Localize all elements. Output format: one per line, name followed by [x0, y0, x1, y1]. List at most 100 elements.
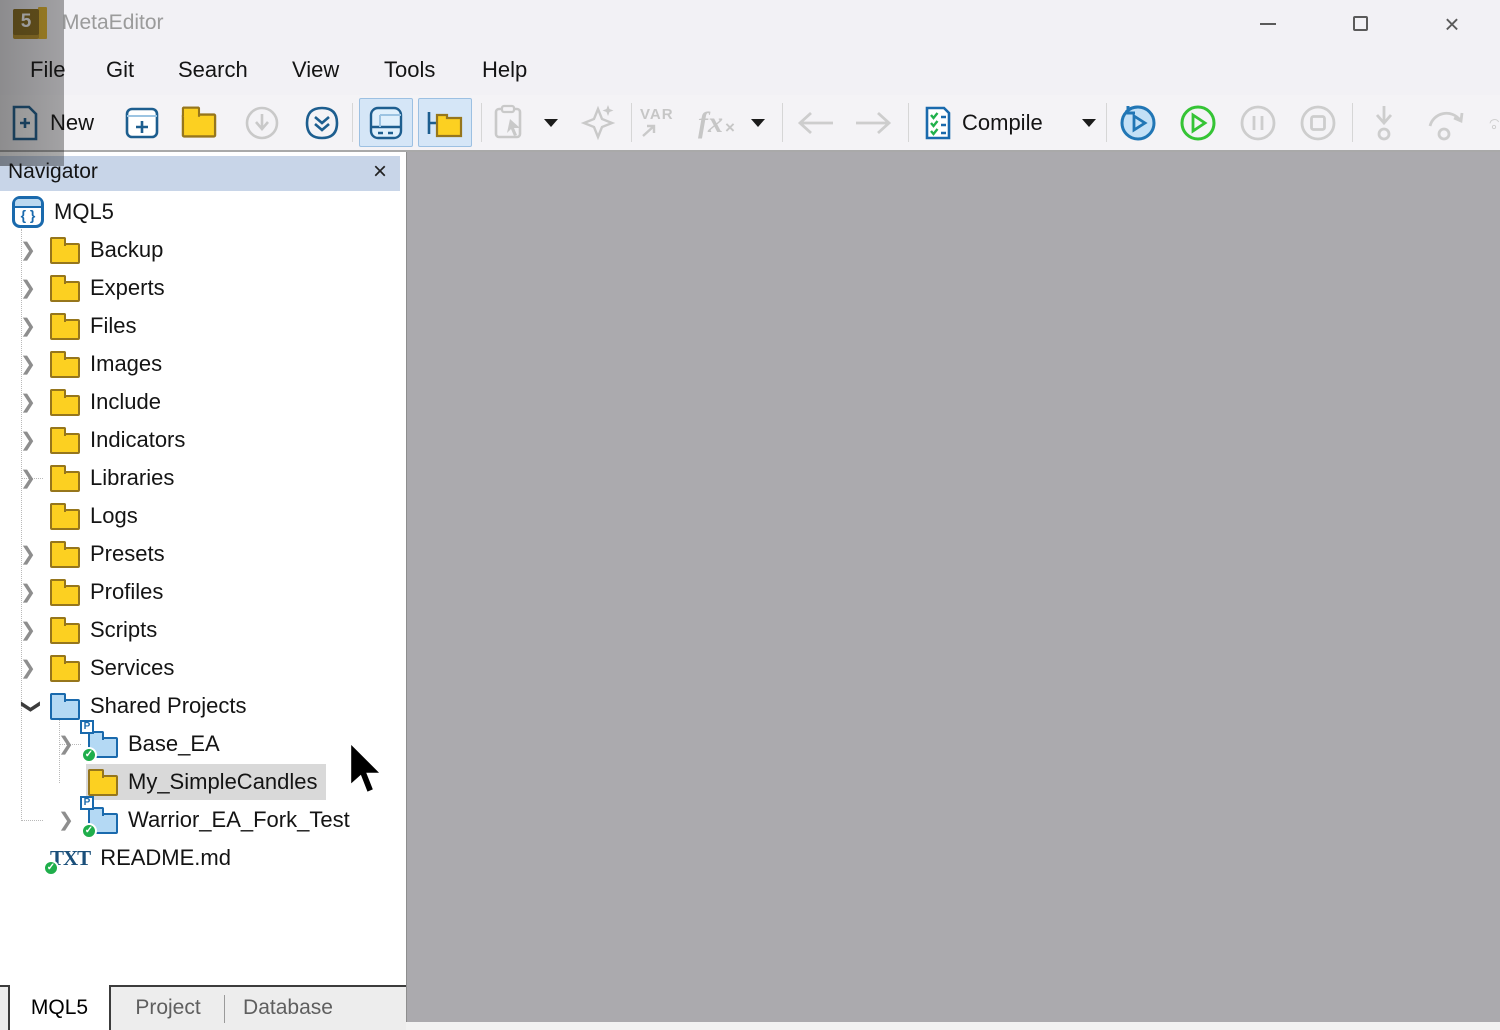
editor-area[interactable] [406, 152, 1500, 1022]
tab-mql5[interactable]: MQL5 [8, 985, 111, 1030]
var-arrow-icon [640, 123, 660, 139]
fx-label: fx [698, 106, 723, 140]
navigator-toggle-button[interactable] [418, 98, 472, 147]
project-folder-icon: P✓ [88, 807, 118, 834]
compile-button-label: Compile [962, 110, 1043, 136]
expander-icon[interactable]: ❯ [14, 581, 48, 604]
menu-help[interactable]: Help [472, 48, 537, 95]
toolbar-separator [1352, 103, 1353, 142]
menu-file[interactable]: File [20, 48, 75, 95]
close-button[interactable]: × [1422, 0, 1482, 48]
ai-sparkle-icon [576, 101, 620, 145]
tab-separator [224, 995, 225, 1023]
new-window-button[interactable] [125, 95, 159, 150]
download-all-button[interactable] [304, 95, 340, 150]
maximize-button[interactable] [1330, 0, 1390, 48]
tree-item-base-ea[interactable]: ❯ P✓ Base_EA [0, 725, 400, 763]
tab-project[interactable]: Project [118, 987, 218, 1030]
compile-dropdown-button[interactable] [1072, 95, 1106, 150]
open-folder-button[interactable] [184, 95, 214, 150]
menu-search[interactable]: Search [168, 48, 258, 95]
ai-assistant-button[interactable] [576, 95, 620, 150]
tab-database[interactable]: Database [232, 987, 344, 1030]
tree-item-shared-projects[interactable]: ❯ Shared Projects [0, 687, 400, 725]
tree-item-libraries[interactable]: ❯ Libraries [0, 459, 400, 497]
menu-git[interactable]: Git [96, 48, 144, 95]
tree-item-readme-md[interactable]: TXT✓ README.md [0, 839, 400, 877]
tree-item-experts[interactable]: ❯ Experts [0, 269, 400, 307]
compile-icon [924, 105, 952, 141]
expander-icon[interactable]: ❯ [14, 315, 48, 338]
tree-item-indicators[interactable]: ❯ Indicators [0, 421, 400, 459]
project-folder-icon: P✓ [88, 731, 118, 758]
metaeditor-logo-icon [13, 7, 47, 41]
download-button[interactable] [244, 95, 280, 150]
stop-icon [1298, 103, 1338, 143]
maximize-icon [1353, 16, 1368, 31]
expander-icon[interactable]: ❯ [14, 543, 48, 566]
expander-icon[interactable]: ❯ [14, 657, 48, 680]
pause-button[interactable] [1238, 95, 1278, 150]
tree-item-profiles[interactable]: ❯ Profiles [0, 573, 400, 611]
compile-dropdown-caret [1082, 119, 1096, 127]
tree-item-mql5[interactable]: MQL5 [0, 193, 400, 231]
run-button[interactable] [1178, 95, 1218, 150]
expander-icon[interactable]: ❯ [14, 467, 48, 490]
tree-item-include[interactable]: ❯ Include [0, 383, 400, 421]
forward-button[interactable] [852, 95, 894, 150]
toolbar-separator [352, 103, 353, 142]
tree-item-images[interactable]: ❯ Images [0, 345, 400, 383]
tree-item-files[interactable]: ❯ Files [0, 307, 400, 345]
navigator-tree: MQL5 ❯ Backup ❯ Experts ❯ Files ❯ Images… [0, 193, 400, 985]
expander-icon[interactable]: ❯ [14, 353, 48, 376]
minimize-icon [1260, 23, 1276, 25]
step-over-button[interactable] [1424, 95, 1470, 150]
mql5-icon [12, 196, 44, 228]
fx-dropdown-caret[interactable] [751, 119, 765, 127]
folder-icon [50, 503, 80, 530]
expander-icon[interactable]: ❯ [14, 429, 48, 452]
download-all-icon [304, 105, 340, 141]
back-icon [795, 108, 837, 138]
step-into-button[interactable] [1366, 95, 1402, 150]
tree-item-scripts[interactable]: ❯ Scripts [0, 611, 400, 649]
expander-icon[interactable]: ❯ [20, 689, 43, 723]
watch-var-button[interactable]: VAR [640, 95, 674, 150]
stop-button[interactable] [1298, 95, 1338, 150]
expander-icon[interactable]: ❯ [14, 619, 48, 642]
paste-dropdown-caret[interactable] [544, 119, 558, 127]
step-out-button[interactable] [1488, 95, 1500, 150]
git-check-badge-icon: ✓ [43, 860, 59, 876]
tree-item-logs[interactable]: Logs [0, 497, 400, 535]
compile-button[interactable]: Compile [924, 95, 1043, 150]
paste-special-icon [492, 104, 532, 142]
folder-icon [50, 313, 80, 340]
folder-icon [50, 351, 80, 378]
debug-restart-button[interactable] [1118, 95, 1158, 150]
back-button[interactable] [795, 95, 837, 150]
tree-item-warrior-ea-fork-test[interactable]: ❯ P✓ Warrior_EA_Fork_Test [0, 801, 400, 839]
paste-special-button[interactable] [492, 95, 558, 150]
step-over-icon [1424, 102, 1470, 144]
expander-icon[interactable]: ❯ [14, 239, 48, 262]
tree-item-backup[interactable]: ❯ Backup [0, 231, 400, 269]
navigator-close-button[interactable]: × [366, 158, 394, 186]
expander-icon[interactable]: ❯ [14, 391, 48, 414]
tree-item-presets[interactable]: ❯ Presets [0, 535, 400, 573]
menu-view[interactable]: View [282, 48, 349, 95]
layout-toggle-button[interactable] [359, 98, 413, 147]
function-button[interactable]: fx × [698, 95, 765, 150]
tree-item-services[interactable]: ❯ Services [0, 649, 400, 687]
fx-x-icon: × [725, 118, 735, 138]
expander-icon[interactable]: ❯ [14, 277, 48, 300]
toolbar-separator [908, 103, 909, 142]
minimize-button[interactable] [1238, 0, 1298, 48]
layout-toggle-icon [368, 105, 404, 141]
folder-icon [50, 655, 80, 682]
menu-tools[interactable]: Tools [374, 48, 445, 95]
folder-icon [50, 465, 80, 492]
new-button[interactable]: New [10, 95, 94, 150]
shared-folder-icon [50, 693, 80, 720]
new-file-icon [10, 105, 40, 141]
tree-item-my-simplecandles[interactable]: My_SimpleCandles [0, 763, 400, 801]
